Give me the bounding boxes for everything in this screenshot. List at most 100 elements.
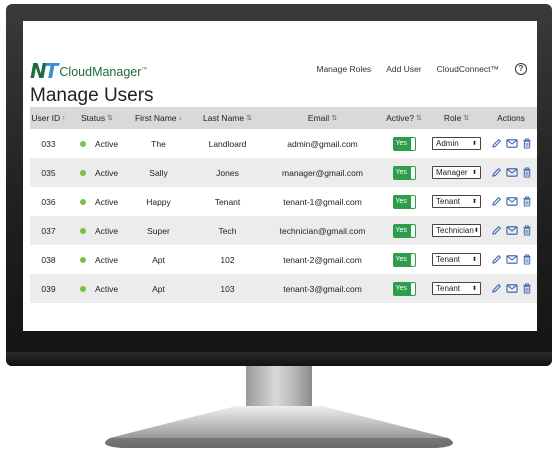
active-status-dot-icon xyxy=(80,169,86,176)
actions-cell xyxy=(485,158,537,187)
actions-cell xyxy=(485,216,537,245)
nav-manage-roles[interactable]: Manage Roles xyxy=(316,64,371,74)
status: Active xyxy=(67,216,127,245)
email: technician@gmail.com xyxy=(279,225,366,236)
select-arrow-icon: ⬍ xyxy=(471,170,477,176)
actions-cell xyxy=(485,187,537,216)
active-toggle[interactable]: Yes xyxy=(392,165,416,180)
col-user-id[interactable]: User ID ↑ xyxy=(30,107,67,129)
user-id: 035 xyxy=(41,167,56,178)
email: tenant-3@gmail.com xyxy=(283,283,362,294)
last-name: 103 xyxy=(220,283,235,294)
select-arrow-icon: ⬍ xyxy=(473,228,479,234)
trash-icon[interactable] xyxy=(522,254,532,265)
user-id: 037 xyxy=(41,225,56,236)
role-cell: Manager ⬍ xyxy=(428,158,485,187)
nt-logo-icon: NT xyxy=(30,59,58,83)
last-name: Tech xyxy=(218,225,237,236)
email: tenant-1@gmail.com xyxy=(283,196,362,207)
pencil-icon[interactable] xyxy=(491,283,502,294)
col-email[interactable]: Email ⇅ xyxy=(265,107,380,129)
table-row: 037 Active Super Tech technician@gmail.com Ye… xyxy=(30,216,537,245)
actions-cell xyxy=(485,129,537,158)
users-table: User ID ↑ Status ⇅ First Name ↓ Last Name ⇅ … xyxy=(30,107,537,303)
col-role[interactable]: Role ⇅ xyxy=(428,107,485,129)
envelope-icon[interactable] xyxy=(505,196,518,207)
pencil-icon[interactable] xyxy=(491,254,502,265)
pencil-icon[interactable] xyxy=(491,138,502,149)
email: tenant-2@gmail.com xyxy=(283,254,362,265)
status: Active xyxy=(67,187,127,216)
pencil-icon[interactable] xyxy=(491,225,502,236)
app-screen: NT CloudManager™ Manage Roles Add User C… xyxy=(23,21,537,331)
first-name: The xyxy=(151,138,166,149)
envelope-icon[interactable] xyxy=(505,283,518,294)
monitor-frame: NT CloudManager™ Manage Roles Add User C… xyxy=(6,4,552,366)
first-name: Happy xyxy=(146,196,171,207)
pencil-icon[interactable] xyxy=(491,167,502,178)
brand-logo[interactable]: NT CloudManager™ xyxy=(30,59,147,83)
select-arrow-icon: ⬍ xyxy=(471,257,477,263)
pencil-icon[interactable] xyxy=(491,196,502,207)
sort-icon: ⇅ xyxy=(331,115,338,122)
status: Active xyxy=(67,129,127,158)
nav-cloudconnect[interactable]: CloudConnect™ xyxy=(437,64,499,74)
trash-icon[interactable] xyxy=(522,167,532,178)
role-cell: Tenant ⬍ xyxy=(428,245,485,274)
envelope-icon[interactable] xyxy=(505,138,518,149)
envelope-icon[interactable] xyxy=(505,167,518,178)
sort-icon: ⇅ xyxy=(246,115,252,122)
active-status-dot-icon xyxy=(80,140,86,147)
page-title: Manage Users xyxy=(30,85,154,106)
role-select[interactable]: Technician ⬍ xyxy=(432,224,481,237)
active-toggle[interactable]: Yes xyxy=(392,194,416,209)
trash-icon[interactable] xyxy=(522,225,532,236)
envelope-icon[interactable] xyxy=(505,225,518,236)
last-name: Landloard xyxy=(208,138,247,149)
role-select[interactable]: Admin ⬍ xyxy=(432,137,481,150)
col-first-name[interactable]: First Name ↓ xyxy=(127,107,190,129)
role-select[interactable]: Tenant ⬍ xyxy=(432,253,481,266)
user-id: 038 xyxy=(41,254,56,265)
active-toggle[interactable]: Yes xyxy=(392,281,416,296)
role-select[interactable]: Tenant ⬍ xyxy=(432,282,481,295)
trash-icon[interactable] xyxy=(522,196,532,207)
col-last-name[interactable]: Last Name ⇅ xyxy=(190,107,265,129)
actions-cell xyxy=(485,245,537,274)
last-name: 102 xyxy=(220,254,235,265)
trash-icon[interactable] xyxy=(522,283,532,294)
active-cell: Yes xyxy=(380,129,428,158)
user-id: 039 xyxy=(41,283,56,294)
actions-cell xyxy=(485,274,537,303)
help-icon[interactable]: ? xyxy=(515,63,527,75)
last-name: Jones xyxy=(216,167,239,178)
select-arrow-icon: ⬍ xyxy=(471,286,477,292)
trash-icon[interactable] xyxy=(522,138,532,149)
first-name: Super xyxy=(147,225,170,236)
brand-name: CloudManager™ xyxy=(59,64,148,79)
sort-icon: ⇅ xyxy=(463,115,470,122)
status: Active xyxy=(67,274,127,303)
monitor-chin xyxy=(6,352,552,366)
col-active[interactable]: Active? ⇅ xyxy=(380,107,428,129)
table-row: 036 Active Happy Tenant tenant-1@gmail.com Ye… xyxy=(30,187,537,216)
role-select[interactable]: Tenant ⬍ xyxy=(432,195,481,208)
monitor-stand-base xyxy=(105,406,453,448)
user-id: 036 xyxy=(41,196,56,207)
sort-icon: ⇅ xyxy=(416,115,422,122)
table-row: 035 Active Sally Jones manager@gmail.com Yes M… xyxy=(30,158,537,187)
active-cell: Yes xyxy=(380,245,428,274)
role-select[interactable]: Manager ⬍ xyxy=(432,166,481,179)
active-toggle[interactable]: Yes xyxy=(392,223,416,238)
envelope-icon[interactable] xyxy=(505,254,518,265)
status: Active xyxy=(67,158,127,187)
sort-icon: ↓ xyxy=(178,114,183,122)
active-toggle[interactable]: Yes xyxy=(392,136,416,151)
email: admin@gmail.com xyxy=(287,138,358,149)
active-toggle[interactable]: Yes xyxy=(392,252,416,267)
sort-icon: ↑ xyxy=(62,114,66,122)
first-name: Apt xyxy=(152,254,165,265)
nav-add-user[interactable]: Add User xyxy=(386,64,421,74)
role-cell: Admin ⬍ xyxy=(428,129,485,158)
col-status[interactable]: Status ⇅ xyxy=(67,107,127,129)
